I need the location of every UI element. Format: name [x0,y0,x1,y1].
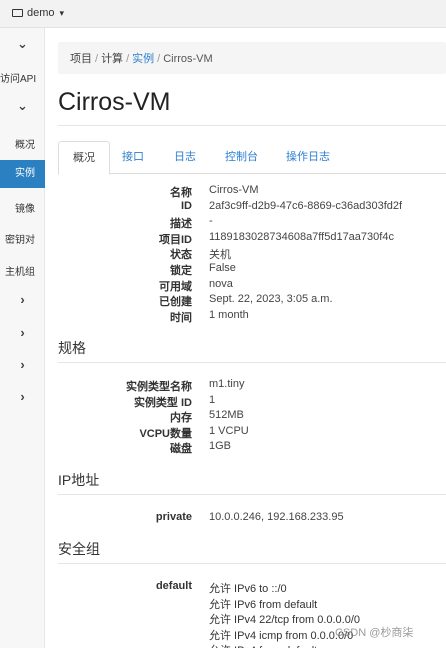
detail-value: 2af3c9ff-d2b9-47c6-8869-c36ad303fd2f [209,199,403,212]
sidebar-item-keypairs[interactable]: 密钥对 [0,231,45,246]
sidebar-item-server-groups[interactable]: 主机组 [0,263,45,278]
secgroup-rule: 允许 IPv4 icmp from 0.0.0.0/0 [209,629,354,642]
detail-value: 1189183028734608a7ff5d17aa730f4c [209,230,394,243]
ip-label: private [155,511,192,523]
detail-value: 1 VCPU [209,424,249,437]
breadcrumb-current: Cirros-VM [163,53,213,65]
detail-label: 项目ID [159,233,192,246]
secgroup-rule: 允许 IPv4 from default [209,642,317,648]
divider [58,125,446,126]
detail-label: 磁盘 [170,443,192,456]
detail-label: 描述 [170,218,192,231]
detail-value: 1GB [209,440,232,453]
detail-value: False [209,262,236,274]
detail-label: 实例类型名称 [126,381,192,393]
project-selector[interactable]: demo ▾ [12,7,64,19]
detail-value: 512MB [209,409,244,422]
project-name: demo [27,7,55,19]
top-navbar: demo ▾ [0,0,446,28]
tab-overview[interactable]: 概况 [58,141,110,175]
detail-label: 时间 [170,311,192,324]
section-title-ip: IP地址 [58,472,100,488]
breadcrumb-compute: 计算 [101,53,124,65]
page-title: Cirros-VM [58,88,171,116]
secgroup-rule: 允许 IPv6 to ::/0 [209,583,287,595]
breadcrumb: 项目 / 计算 / 实例 / Cirros-VM [58,42,446,74]
breadcrumb-project: 项目 [70,53,92,65]
detail-value: 1 [209,393,216,406]
detail-label: 锁定 [170,265,192,277]
sidebar-item-api[interactable]: 访问API [0,70,45,85]
detail-label: 可用域 [159,280,192,293]
detail-label: 已创建 [159,296,192,309]
caret-down-icon: ▾ [59,7,65,18]
chevron-down-icon[interactable]: ⌄ [0,36,45,52]
tab-bar: 概况 接口 日志 控制台 操作日志 [58,141,446,175]
sidebar: ⌄ 访问API ⌄ 概况 实例 镜像 密钥对 主机组 › › › › [0,28,45,648]
divider [58,362,446,363]
chevron-right-icon[interactable]: › [0,357,45,372]
detail-value: m1.tiny [209,378,245,390]
detail-label: 内存 [170,412,192,425]
detail-label: 实例类型 ID [133,396,192,409]
sidebar-item-images[interactable]: 镜像 [0,200,45,215]
chevron-right-icon[interactable]: › [0,325,45,340]
chevron-right-icon[interactable]: › [0,389,45,404]
tab-interfaces[interactable]: 接口 [108,141,158,174]
section-title-secgroup: 安全组 [58,541,100,557]
detail-value: - [209,215,213,228]
divider [58,563,446,564]
detail-value: Cirros-VM [209,184,259,196]
sidebar-item-overview[interactable]: 概况 [0,136,45,151]
detail-value: Sept. 22, 2023, 3:05 a.m. [209,293,333,306]
chevron-right-icon[interactable]: › [0,292,45,307]
chevron-down-icon[interactable]: ⌄ [0,98,45,114]
detail-value: 1 month [209,308,249,321]
detail-value: nova [209,277,233,290]
secgroup-rule: 允许 IPv6 from default [209,598,318,611]
detail-label: ID [181,199,192,212]
breadcrumb-instances-link[interactable]: 实例 [132,53,154,65]
main-content: 项目 / 计算 / 实例 / Cirros-VM Cirros-VM 概况 接口 日志 控制… [45,28,446,648]
ip-value: 10.0.0.246, 192.168.233.95 [209,511,344,523]
section-title-specs: 规格 [58,340,86,356]
watermark: CSDN @杪商柒 [335,627,414,639]
detail-value: 关机 [209,249,231,262]
detail-label: 名称 [170,187,192,199]
secgroup-label: default [155,580,192,592]
monitor-icon [12,9,23,17]
tab-log[interactable]: 日志 [160,141,210,174]
tab-action-log[interactable]: 操作日志 [272,141,344,174]
detail-label: 状态 [170,249,192,262]
divider [58,494,446,495]
tab-console[interactable]: 控制台 [211,141,272,174]
sidebar-item-instances[interactable]: 实例 [0,160,45,188]
detail-label: VCPU数量 [139,427,192,440]
